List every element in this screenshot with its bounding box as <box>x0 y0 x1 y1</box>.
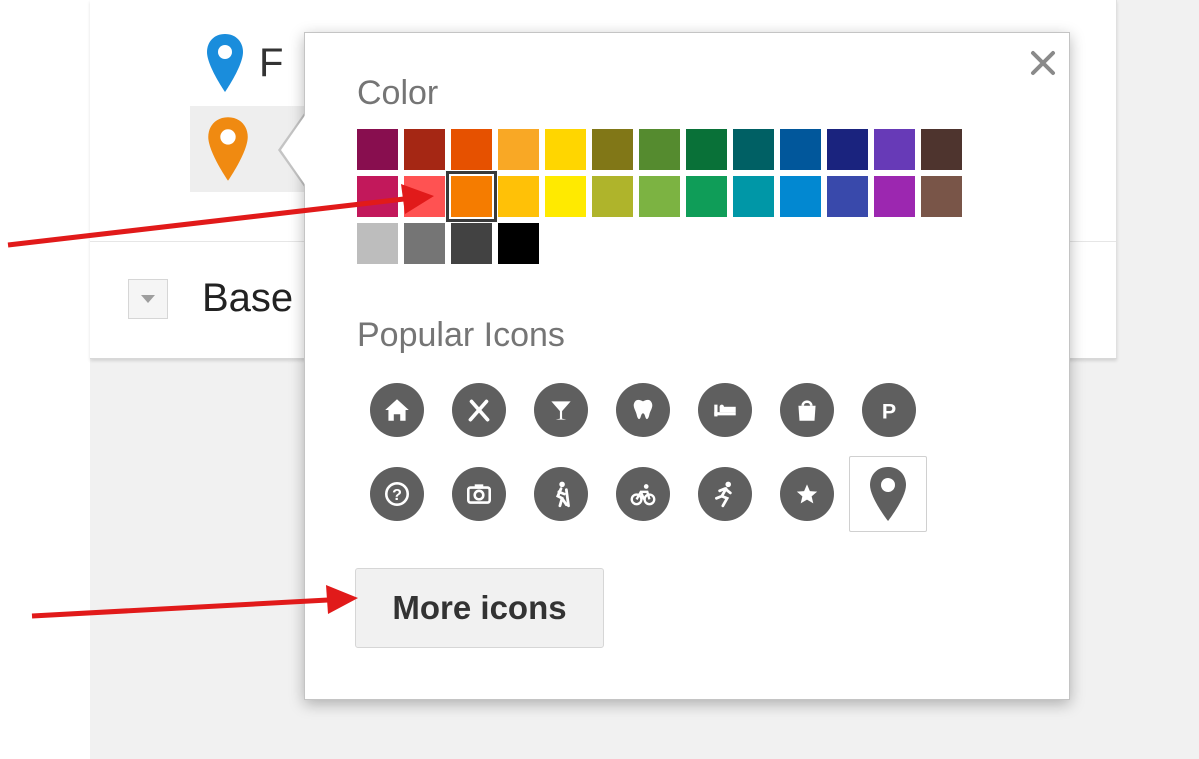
hiking-icon <box>555 481 570 508</box>
icon-option-selected[interactable] <box>849 456 927 532</box>
help-icon: ? <box>385 482 409 506</box>
color-swatch[interactable] <box>592 129 633 170</box>
bar-icon <box>551 401 571 420</box>
layer-item-first[interactable]: F <box>205 32 283 94</box>
hotel-icon <box>714 404 736 417</box>
page-background <box>0 0 90 759</box>
icon-badge <box>534 467 588 521</box>
icon-option[interactable]: P <box>849 372 931 448</box>
icon-badge <box>780 383 834 437</box>
color-swatch[interactable] <box>639 129 680 170</box>
more-icons-button[interactable]: More icons <box>355 568 604 648</box>
icon-badge <box>698 383 752 437</box>
icon-option[interactable] <box>603 456 685 532</box>
restaurant-icon <box>468 399 490 422</box>
color-swatch[interactable] <box>639 176 680 217</box>
icon-option[interactable] <box>439 372 521 448</box>
icon-badge <box>534 383 588 437</box>
icon-badge <box>616 467 670 521</box>
color-palette <box>357 129 977 270</box>
icon-option[interactable] <box>767 456 849 532</box>
popular-icons-grid: P ? <box>357 372 931 540</box>
close-icon <box>1031 51 1055 75</box>
icon-badge <box>698 467 752 521</box>
icon-badge <box>452 467 506 521</box>
swatch-row <box>357 223 977 264</box>
color-swatch[interactable] <box>686 129 727 170</box>
popup-pointer-fill <box>281 114 306 186</box>
color-swatch[interactable] <box>780 129 821 170</box>
icon-option[interactable] <box>439 456 521 532</box>
color-swatch[interactable] <box>827 176 868 217</box>
color-swatch[interactable] <box>921 176 962 217</box>
location-pin-icon <box>870 467 906 521</box>
icon-badge <box>452 383 506 437</box>
icon-option[interactable] <box>521 456 603 532</box>
close-button[interactable] <box>1022 42 1064 84</box>
base-map-toggle[interactable] <box>128 278 168 319</box>
icon-badge: P <box>862 383 916 437</box>
icon-option[interactable] <box>685 372 767 448</box>
running-icon <box>715 481 732 508</box>
color-swatch[interactable] <box>545 129 586 170</box>
color-swatch[interactable] <box>404 176 445 217</box>
shopping-icon <box>798 400 816 421</box>
color-swatch[interactable] <box>780 176 821 217</box>
icon-option[interactable]: ? <box>357 456 439 532</box>
color-swatch[interactable] <box>545 176 586 217</box>
color-swatch[interactable] <box>498 129 539 170</box>
icon-badge <box>370 383 424 437</box>
color-swatch[interactable] <box>357 129 398 170</box>
icon-option[interactable] <box>603 372 685 448</box>
icon-badge <box>616 383 670 437</box>
icons-section-title: Popular Icons <box>357 316 565 354</box>
icon-option[interactable] <box>357 372 439 448</box>
parking-icon: P <box>882 400 896 424</box>
icon-option[interactable] <box>685 456 767 532</box>
icon-badge: ? <box>370 467 424 521</box>
color-swatch[interactable] <box>733 129 774 170</box>
icon-row: ? <box>357 456 931 532</box>
icon-option[interactable] <box>767 372 849 448</box>
color-swatch[interactable] <box>498 223 539 264</box>
triangle-down-icon <box>141 294 155 303</box>
camera-icon <box>467 484 491 504</box>
star-icon <box>796 484 818 504</box>
color-swatch[interactable] <box>733 176 774 217</box>
svg-text:P: P <box>882 400 896 424</box>
swatch-row <box>357 171 977 222</box>
color-swatch[interactable] <box>404 223 445 264</box>
cycling-icon <box>630 484 656 506</box>
icon-row: P <box>357 372 931 448</box>
icon-badge <box>780 467 834 521</box>
base-map-row[interactable]: Base <box>128 276 293 321</box>
color-swatch[interactable] <box>827 129 868 170</box>
base-map-label: Base <box>202 276 294 320</box>
layer-item-label: F <box>259 41 284 85</box>
swatch-row <box>357 129 977 170</box>
color-swatch[interactable] <box>874 129 915 170</box>
color-swatch[interactable] <box>451 129 492 170</box>
color-swatch[interactable] <box>686 176 727 217</box>
color-swatch[interactable] <box>404 129 445 170</box>
color-swatch[interactable] <box>451 223 492 264</box>
svg-text:?: ? <box>392 486 402 504</box>
home-icon <box>385 399 409 421</box>
color-swatch-selected[interactable] <box>446 171 497 222</box>
map-pin-icon <box>208 117 248 181</box>
color-swatch[interactable] <box>498 176 539 217</box>
color-swatch[interactable] <box>357 176 398 217</box>
map-pin-icon <box>207 34 243 92</box>
icon-option[interactable] <box>521 372 603 448</box>
color-swatch[interactable] <box>357 223 398 264</box>
color-swatch[interactable] <box>874 176 915 217</box>
color-section-title: Color <box>357 74 439 112</box>
dentist-icon <box>633 399 653 420</box>
color-swatch[interactable] <box>921 129 962 170</box>
color-swatch[interactable] <box>592 176 633 217</box>
